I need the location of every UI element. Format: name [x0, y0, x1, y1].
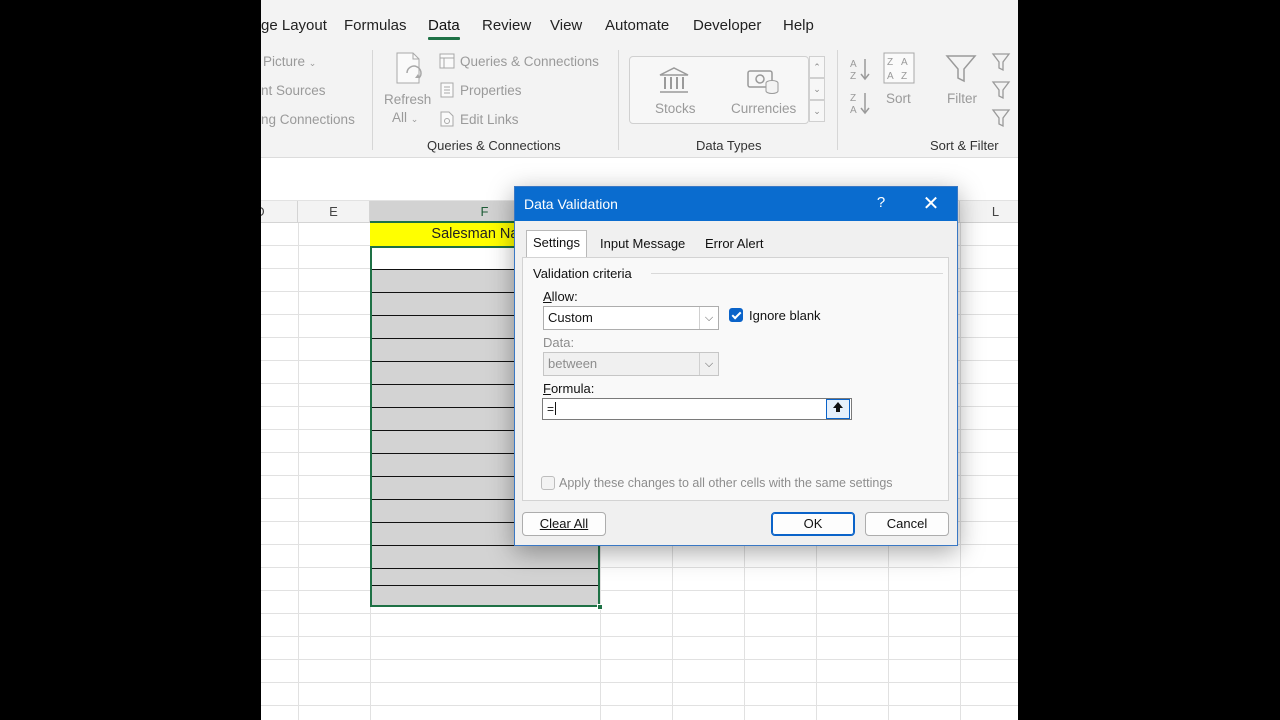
- gallery-more-icon[interactable]: ⌄: [809, 100, 825, 122]
- currencies-icon: [747, 70, 779, 94]
- properties-icon: [440, 82, 454, 98]
- ribbon: Picture ⌄ nt Sources ng Connections Refr…: [261, 46, 1018, 158]
- tab-view[interactable]: View: [550, 17, 582, 34]
- data-types-group-label: Data Types: [696, 138, 762, 153]
- chevron-down-icon[interactable]: ⌵: [699, 307, 718, 329]
- stocks-icon: [659, 67, 689, 93]
- column-header-e[interactable]: E: [298, 201, 370, 223]
- sort-a-to-z-icon[interactable]: A Z: [849, 56, 871, 82]
- edit-links-icon: [440, 111, 454, 127]
- refresh-all-label[interactable]: Refresh: [384, 92, 431, 107]
- close-icon[interactable]: ✕: [919, 191, 943, 216]
- tab-formulas[interactable]: Formulas: [344, 17, 407, 34]
- currencies-button[interactable]: Currencies: [731, 101, 796, 116]
- apply-all-label[interactable]: Apply these changes to all other cells w…: [559, 476, 893, 490]
- ignore-blank-checkbox[interactable]: [729, 308, 743, 322]
- column-header-l[interactable]: L: [960, 201, 1018, 223]
- tab-settings[interactable]: Settings: [526, 230, 587, 258]
- allow-select[interactable]: Custom ⌵: [543, 306, 719, 330]
- svg-text:Z: Z: [901, 71, 907, 82]
- sort-button[interactable]: Sort: [886, 91, 911, 106]
- scroll-down-icon[interactable]: ⌄: [809, 78, 825, 100]
- refresh-all-icon: [396, 52, 422, 84]
- queries-connections-icon: [439, 53, 455, 69]
- filter-icon: [945, 55, 977, 83]
- svg-text:A: A: [850, 59, 857, 70]
- help-icon[interactable]: ?: [873, 194, 889, 211]
- section-divider: [651, 273, 943, 274]
- dialog-title: Data Validation: [524, 196, 618, 212]
- existing-connections-button[interactable]: ng Connections: [261, 112, 355, 127]
- tab-developer[interactable]: Developer: [693, 17, 761, 34]
- apply-all-checkbox[interactable]: [541, 476, 555, 490]
- data-select: between ⌵: [543, 352, 719, 376]
- allow-label: Allow:: [543, 289, 578, 304]
- data-types-scroll[interactable]: ⌃ ⌄ ⌄: [809, 56, 825, 124]
- validation-criteria-title: Validation criteria: [533, 266, 632, 281]
- allow-select-value: Custom: [548, 310, 593, 325]
- data-select-value: between: [548, 356, 598, 371]
- stocks-button[interactable]: Stocks: [655, 101, 696, 116]
- properties-button[interactable]: Properties: [460, 83, 522, 98]
- dialog-title-bar[interactable]: Data Validation ? ✕: [515, 187, 957, 221]
- sort-z-to-a-icon[interactable]: Z A: [849, 90, 871, 116]
- tab-automate[interactable]: Automate: [605, 17, 669, 34]
- formula-label: Formula:: [543, 381, 595, 396]
- group-separator: [618, 50, 619, 150]
- formula-input-value: =: [547, 402, 555, 416]
- svg-text:Z: Z: [887, 57, 893, 68]
- svg-text:Z: Z: [850, 93, 856, 104]
- tab-data[interactable]: Data: [428, 17, 460, 40]
- edit-links-button[interactable]: Edit Links: [460, 112, 519, 127]
- ok-button[interactable]: OK: [771, 512, 855, 536]
- collapse-dialog-icon[interactable]: [826, 399, 850, 419]
- tab-review[interactable]: Review: [482, 17, 531, 34]
- from-picture-button[interactable]: Picture ⌄: [263, 54, 316, 69]
- svg-text:Z: Z: [850, 71, 856, 82]
- tab-input-message[interactable]: Input Message: [594, 232, 691, 257]
- filter-options-icon[interactable]: [991, 52, 1015, 132]
- refresh-all-sub-label[interactable]: All ⌄: [392, 110, 418, 125]
- ignore-blank-label[interactable]: Ignore blank: [749, 308, 821, 323]
- filter-button[interactable]: Filter: [947, 91, 977, 106]
- fill-handle[interactable]: [597, 604, 603, 610]
- formula-input[interactable]: =: [542, 398, 852, 420]
- data-validation-dialog: Data Validation ? ✕ Settings Input Messa…: [514, 186, 958, 546]
- svg-text:A: A: [901, 57, 908, 68]
- column-header-d[interactable]: D: [261, 201, 298, 223]
- svg-text:A: A: [850, 105, 857, 116]
- queries-connections-button[interactable]: Queries & Connections: [460, 54, 599, 69]
- clear-all-button[interactable]: Clear All: [522, 512, 606, 536]
- data-label: Data:: [543, 335, 575, 350]
- sort-filter-group-label: Sort & Filter: [930, 138, 999, 153]
- cancel-button[interactable]: Cancel: [865, 512, 949, 536]
- group-separator: [837, 50, 838, 150]
- tab-help[interactable]: Help: [783, 17, 814, 34]
- ribbon-tab-bar: ge Layout Formulas Data Review View Auto…: [261, 0, 1018, 46]
- settings-panel: Validation criteria Allow: Custom ⌵ Igno…: [522, 257, 949, 501]
- recent-sources-button[interactable]: nt Sources: [261, 83, 326, 98]
- sort-icon: Z A A Z: [883, 52, 915, 84]
- svg-text:A: A: [887, 71, 894, 82]
- group-separator: [372, 50, 373, 150]
- queries-group-label: Queries & Connections: [427, 138, 561, 153]
- scroll-up-icon[interactable]: ⌃: [809, 56, 825, 78]
- tab-page-layout[interactable]: ge Layout: [261, 17, 327, 34]
- tab-error-alert[interactable]: Error Alert: [699, 232, 770, 257]
- chevron-down-icon: ⌵: [699, 353, 718, 375]
